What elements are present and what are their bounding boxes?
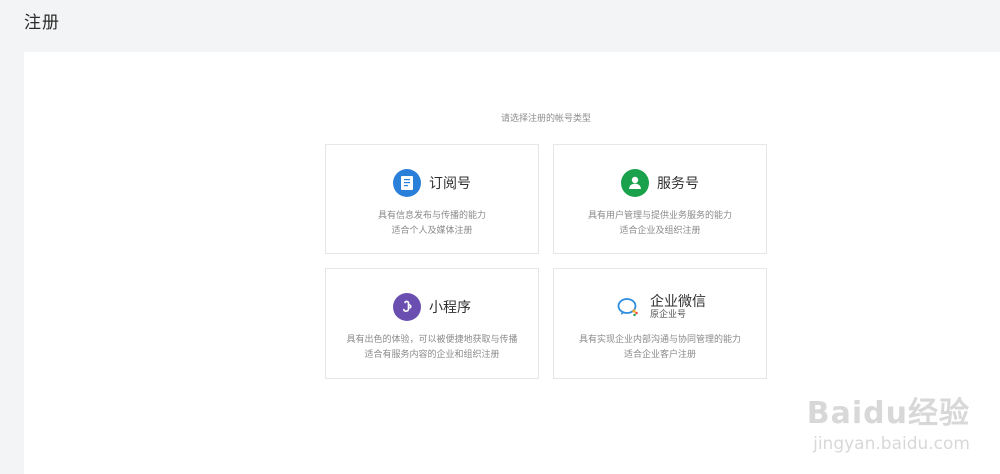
card-service-account[interactable]: 服务号 具有用户管理与提供业务服务的能力 适合企业及组织注册 [553,144,767,254]
card-desc-line1: 具有用户管理与提供业务服务的能力 [587,211,732,221]
card-name: 小程序 [429,300,471,316]
card-name: 服务号 [657,176,699,192]
user-icon [621,169,649,197]
card-name-sub: 原企业号 [650,309,687,320]
card-desc-line1: 具有信息发布与传播的能力 [377,211,486,221]
document-icon [393,169,421,197]
card-desc-line1: 具有实现企业内部沟通与协同管理的能力 [578,335,741,345]
mini-program-icon [393,293,421,321]
card-desc-line1: 具有出色的体验，可以被便捷地获取与传播 [346,335,518,345]
page-title: 注册 [24,13,60,33]
account-type-prompt: 请选择注册的帐号类型 [500,114,591,124]
card-work-wechat[interactable]: 企业微信 原企业号 具有实现企业内部沟通与协同管理的能力 适合企业客户注册 [553,268,767,379]
card-desc-line2: 适合有服务内容的企业和组织注册 [364,350,500,360]
watermark-url: jingyan.baidu.com [813,434,970,454]
card-subscription-account[interactable]: 订阅号 具有信息发布与传播的能力 适合个人及媒体注册 [325,144,539,254]
baidu-jingyan-watermark: Baidu经验 jingyan.baidu.com [807,388,970,454]
card-desc-line2: 适合企业客户注册 [623,350,696,360]
watermark-brand: Baidu经验 [806,396,970,431]
card-name: 订阅号 [429,176,471,192]
card-name: 企业微信 [650,293,706,310]
card-desc-line2: 适合个人及媒体注册 [391,226,473,236]
card-desc-line2: 适合企业及组织注册 [619,226,701,236]
work-wechat-icon [614,293,642,321]
card-mini-program[interactable]: 小程序 具有出色的体验，可以被便捷地获取与传播 适合有服务内容的企业和组织注册 [325,268,539,379]
